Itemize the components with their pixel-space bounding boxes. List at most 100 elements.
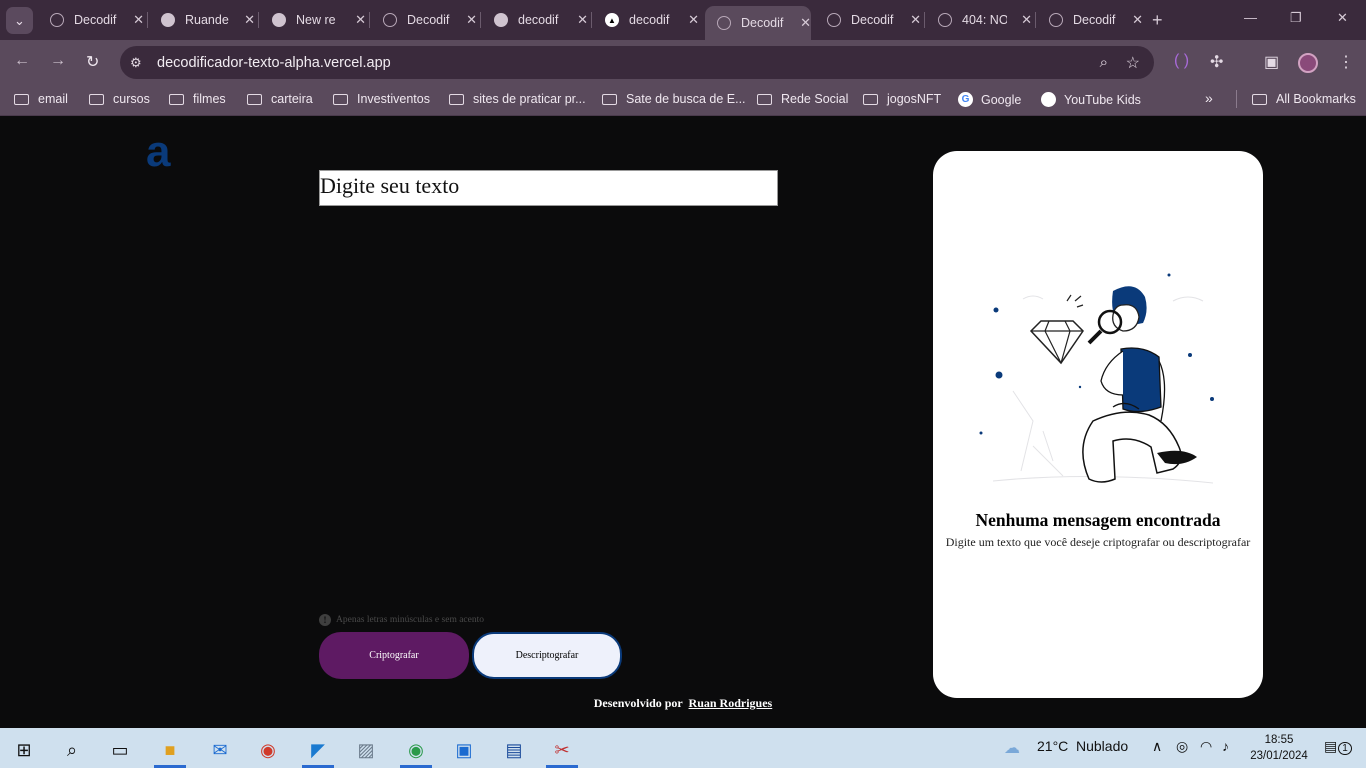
tab-0[interactable]: Decodif ✕ <box>38 6 144 34</box>
page-content: a ! Apenas letras minúsculas e sem acent… <box>0 117 1366 728</box>
all-bookmarks[interactable]: All Bookmarks <box>1252 92 1356 106</box>
globe-icon <box>938 13 952 27</box>
chevron-up-icon[interactable]: ∧ <box>1152 738 1162 755</box>
encrypt-button[interactable]: Criptografar <box>319 632 469 679</box>
notification-center-button[interactable]: ▤ 1 <box>1324 738 1352 755</box>
cloud-icon[interactable]: ☁ <box>1004 738 1020 758</box>
bookmark-sate-busca[interactable]: Sate de busca de E... <box>602 92 746 106</box>
bookmark-filmes[interactable]: filmes <box>169 92 226 106</box>
bookmark-sites-praticar[interactable]: sites de praticar pr... <box>449 92 586 106</box>
tab-9[interactable]: Decodif ✕ <box>1037 6 1143 34</box>
tab-6-active[interactable]: Decodif ✕ <box>705 6 811 40</box>
bookmark-email[interactable]: email <box>14 92 68 106</box>
volume-icon[interactable]: ♪ <box>1222 738 1229 754</box>
vscode-app[interactable]: ◤ <box>296 732 340 768</box>
close-icon[interactable]: ✕ <box>688 12 699 28</box>
minimize-button[interactable]: — <box>1244 10 1257 25</box>
tab-1[interactable]: Ruande ✕ <box>149 6 255 34</box>
folder-icon <box>757 93 772 105</box>
weather-temp[interactable]: 21°C <box>1037 738 1068 754</box>
person-with-magnifier-illustration <box>979 273 1214 484</box>
folder-icon <box>449 93 464 105</box>
profile-avatar[interactable] <box>1298 53 1318 73</box>
file-explorer-app[interactable]: ■ <box>148 732 192 768</box>
close-icon[interactable]: ✕ <box>800 15 811 31</box>
reload-icon: ↻ <box>86 54 100 71</box>
wifi-icon[interactable]: ◠ <box>1200 738 1212 755</box>
folder-icon <box>14 93 29 105</box>
footer-prefix: Desenvolvido por <box>593 696 683 710</box>
address-bar[interactable]: ⚙ decodificador-texto-alpha.vercel.app ⌕… <box>120 46 1154 79</box>
text-input[interactable] <box>319 170 778 206</box>
mail-app[interactable]: ✉ <box>198 732 242 768</box>
close-window-button[interactable]: ✕ <box>1337 10 1348 26</box>
folder-icon <box>169 93 184 105</box>
tab-3[interactable]: Decodif ✕ <box>371 6 477 34</box>
close-icon[interactable]: ✕ <box>910 12 921 28</box>
bookmark-rede-social[interactable]: Rede Social <box>757 92 848 106</box>
back-button[interactable]: ← <box>14 52 30 70</box>
bookmark-cursos[interactable]: cursos <box>89 92 150 106</box>
photos-app[interactable]: ▨ <box>344 732 388 768</box>
input-hint: ! Apenas letras minúsculas e sem acento <box>319 614 484 626</box>
reload-button[interactable]: ↻ <box>86 52 99 72</box>
decrypt-button[interactable]: Descriptografar <box>472 632 622 679</box>
snipping-tool-app[interactable]: ✂ <box>540 732 584 768</box>
bookmark-carteira[interactable]: carteira <box>247 92 313 106</box>
tab-7[interactable]: Decodif ✕ <box>815 6 921 34</box>
bookmarks-overflow-button[interactable]: » <box>1205 90 1213 106</box>
close-icon[interactable]: ✕ <box>466 12 477 28</box>
extensions-puzzle-icon[interactable]: ✣ <box>1210 52 1223 72</box>
side-panel-icon[interactable]: ▣ <box>1264 52 1279 72</box>
close-icon[interactable]: ✕ <box>1132 12 1143 28</box>
site-settings-icon[interactable]: ⚙ <box>130 55 148 71</box>
control-panel-app[interactable]: ▣ <box>442 732 486 768</box>
bookmark-investiventos[interactable]: Investiventos <box>333 92 430 106</box>
clock[interactable]: 18:55 23/01/2024 <box>1246 732 1312 764</box>
task-view-button[interactable]: ▭ <box>98 732 142 768</box>
close-icon[interactable]: ✕ <box>1021 12 1032 28</box>
bookmark-jogosnft[interactable]: jogosNFT <box>863 92 941 106</box>
github-icon <box>272 13 286 27</box>
zoom-icon[interactable]: ⌕ <box>1100 54 1108 71</box>
forward-button[interactable]: → <box>50 52 66 70</box>
tab-search-button[interactable]: ⌄ <box>6 7 33 34</box>
notification-icon: ▤ <box>1324 738 1338 754</box>
folder-icon <box>89 93 104 105</box>
chrome-app[interactable]: ◉ <box>246 732 290 768</box>
url-text[interactable]: decodificador-texto-alpha.vercel.app <box>157 55 391 71</box>
close-icon[interactable]: ✕ <box>355 12 366 28</box>
tab-strip: ⌄ Decodif ✕ Ruande ✕ New re ✕ Decodif ✕ deco… <box>0 0 1366 40</box>
tab-4[interactable]: decodif ✕ <box>482 6 588 34</box>
close-icon[interactable]: ✕ <box>244 12 255 28</box>
clock-time: 18:55 <box>1264 734 1294 746</box>
tax-app[interactable]: ▤ <box>492 732 536 768</box>
extension-brackets-icon[interactable]: ( ) <box>1174 52 1189 70</box>
windows-start-button[interactable]: ⊞ <box>2 732 46 768</box>
github-icon <box>161 13 175 27</box>
bookmark-google[interactable]: G Google <box>958 92 1021 107</box>
author-link[interactable]: Ruan Rodrigues <box>689 696 773 710</box>
close-icon[interactable]: ✕ <box>577 12 588 28</box>
restore-button[interactable]: ❐ <box>1290 10 1302 26</box>
new-tab-button[interactable]: + <box>1152 10 1163 31</box>
close-icon[interactable]: ✕ <box>133 12 144 28</box>
tab-2[interactable]: New re ✕ <box>260 6 366 34</box>
folder-icon <box>863 93 878 105</box>
webcam-icon[interactable]: ◎ <box>1176 738 1188 755</box>
scissors-icon: ✂ <box>554 739 570 760</box>
result-card: Nenhuma mensagem encontrada Digite um te… <box>933 151 1263 698</box>
weather-desc[interactable]: Nublado <box>1076 738 1128 754</box>
tab-5[interactable]: ▲ decodif ✕ <box>593 6 699 34</box>
globe-icon <box>50 13 64 27</box>
image-icon: ▨ <box>357 739 375 760</box>
search-button[interactable]: ⌕ <box>50 732 94 768</box>
chrome-profile-app[interactable]: ◉ <box>394 732 438 768</box>
bookmark-youtube-kids[interactable]: YouTube Kids <box>1041 92 1141 107</box>
windows-taskbar: ⊞ ⌕ ▭ ■ ✉ ◉ ◤ ▨ ◉ ▣ ▤ ✂ ☁ 21°C Nublado ∧… <box>0 728 1366 768</box>
bookmark-star-icon[interactable]: ☆ <box>1126 53 1140 73</box>
tab-8[interactable]: 404: NO ✕ <box>926 6 1032 34</box>
chevron-down-icon: ⌄ <box>14 12 25 28</box>
menu-kebab-icon[interactable]: ⋮ <box>1338 52 1354 72</box>
folder-icon <box>1252 93 1267 105</box>
